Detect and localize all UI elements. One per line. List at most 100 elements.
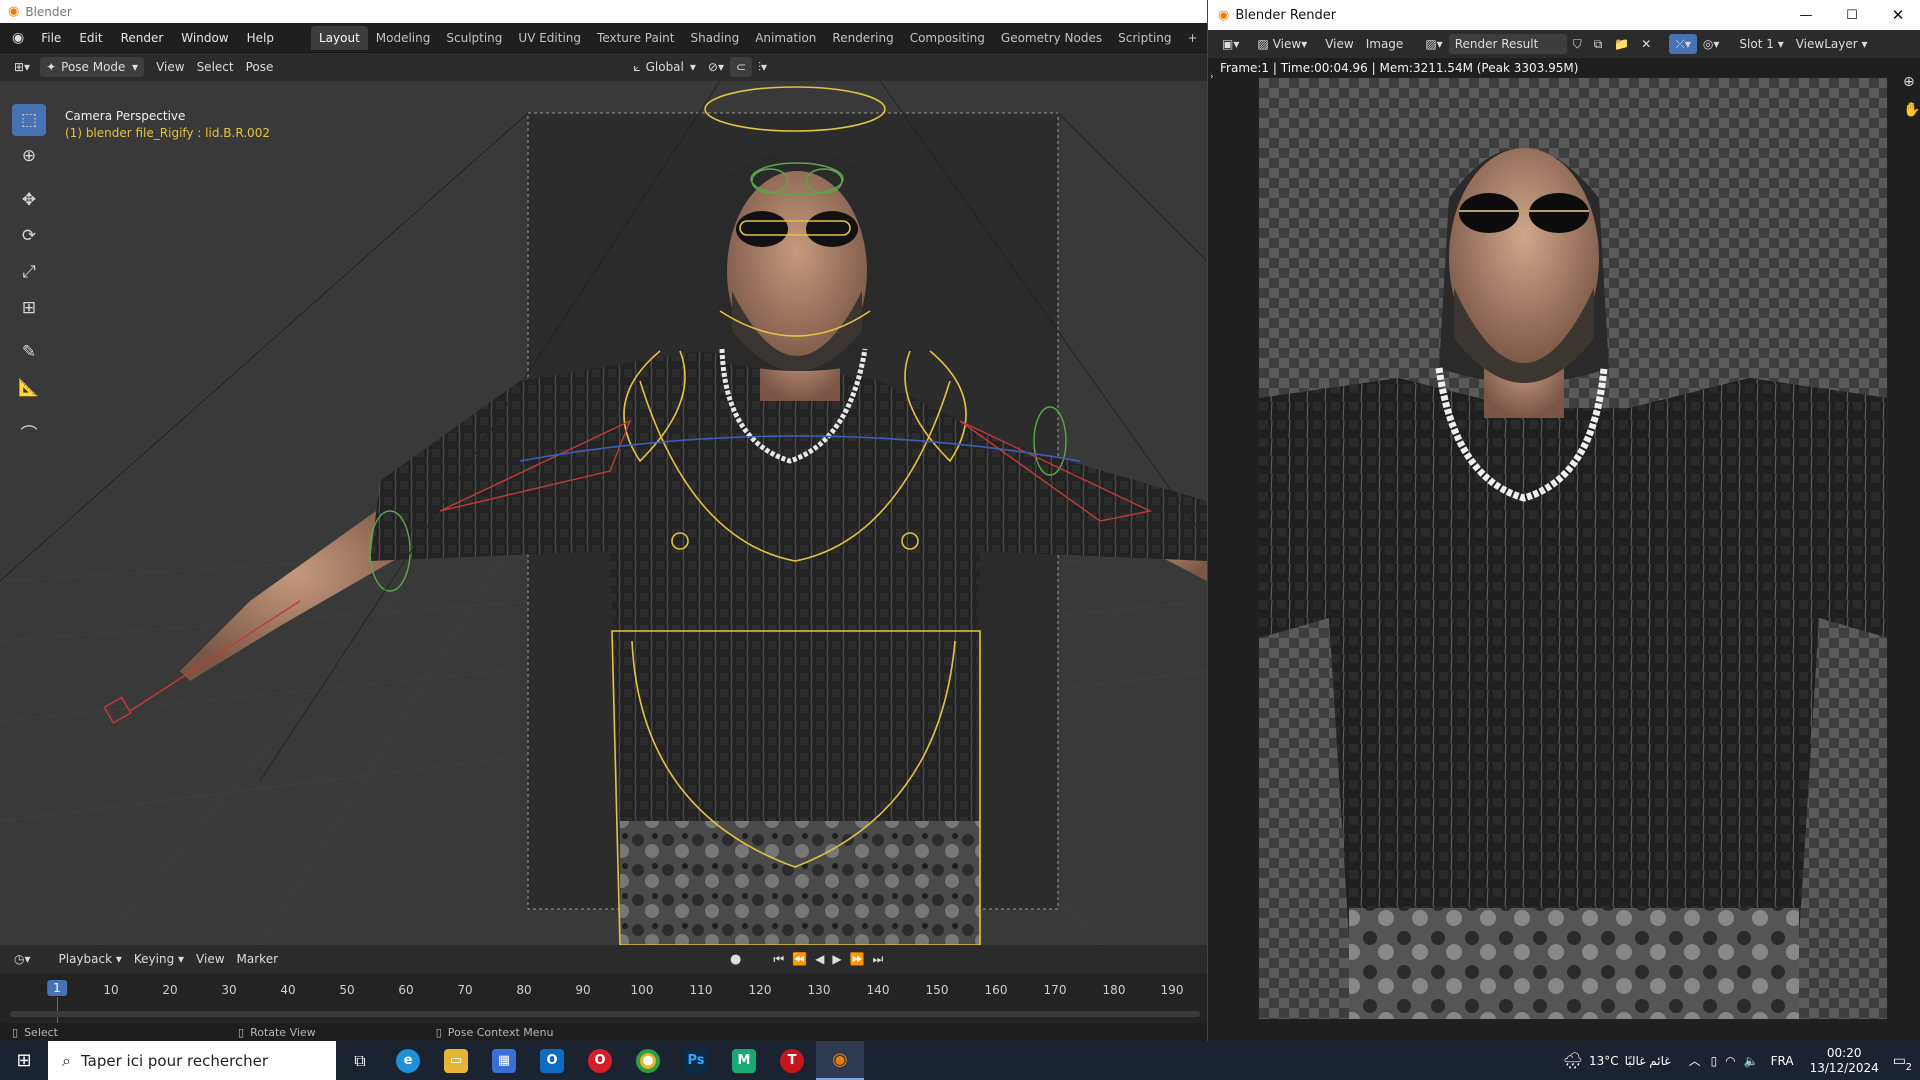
language-indicator[interactable]: FRA: [1771, 1054, 1794, 1068]
viewport-menu-view[interactable]: View: [150, 57, 190, 77]
windows-start-icon[interactable]: ⊞: [0, 1050, 48, 1071]
image-menu-image[interactable]: Image: [1360, 34, 1410, 54]
image-name-field[interactable]: Render Result: [1448, 34, 1567, 54]
blender-taskbar-icon[interactable]: ◉: [816, 1041, 864, 1080]
zoom-icon[interactable]: ⊕: [1903, 74, 1915, 90]
timeline-body[interactable]: 1 10 20 30 40 50 60 70 80 90 100 110 120…: [0, 973, 1207, 1023]
image-browse-icon[interactable]: ▨▾: [1419, 34, 1448, 54]
edge-icon[interactable]: e: [384, 1041, 432, 1080]
measure-tool-icon[interactable]: 📐: [12, 372, 46, 404]
unlink-image-icon[interactable]: ✕: [1635, 34, 1657, 54]
3d-viewport[interactable]: [0, 81, 1207, 945]
weather-text[interactable]: غائم غالبًا: [1625, 1054, 1671, 1068]
move-tool-icon[interactable]: ✥: [12, 184, 46, 216]
notification-icon[interactable]: ▭ 2: [1893, 1053, 1912, 1073]
tab-geometry-nodes[interactable]: Geometry Nodes: [993, 26, 1110, 50]
file-explorer-icon[interactable]: ▭: [432, 1041, 480, 1080]
task-view-icon[interactable]: ⧉: [336, 1041, 384, 1080]
timeline-menu-view[interactable]: View: [190, 949, 230, 969]
clock[interactable]: 00:20 13/12/2024: [1810, 1046, 1879, 1076]
jump-end-icon[interactable]: ⏭: [873, 952, 884, 967]
mode-dropdown[interactable]: ✦ Pose Mode ▾: [40, 57, 145, 77]
tab-animation[interactable]: Animation: [747, 26, 824, 50]
cursor-tool-icon[interactable]: ⊕: [12, 140, 46, 172]
viewport-menu-pose[interactable]: Pose: [240, 57, 280, 77]
minimize-button[interactable]: —: [1783, 8, 1829, 23]
play-reverse-icon[interactable]: ◀: [815, 952, 824, 966]
outlook-icon[interactable]: O: [528, 1041, 576, 1080]
sample-tool-icon[interactable]: ⤫▾: [1669, 34, 1697, 54]
image-editor-type-icon[interactable]: ▣▾: [1216, 34, 1245, 54]
volume-icon[interactable]: 🔈: [1744, 1054, 1759, 1068]
m-app-icon[interactable]: M: [720, 1041, 768, 1080]
jump-keyframe-forward-icon[interactable]: ⏩: [850, 952, 865, 966]
t-app-icon[interactable]: T: [768, 1041, 816, 1080]
tab-rendering[interactable]: Rendering: [824, 26, 901, 50]
pan-hand-icon[interactable]: ✋: [1903, 102, 1920, 118]
open-image-icon[interactable]: 📁: [1608, 34, 1635, 54]
weather-icon[interactable]: 🌧: [1563, 1051, 1583, 1070]
jump-start-icon[interactable]: ⏮: [773, 952, 784, 967]
transform-tool-icon[interactable]: ⊞: [12, 292, 46, 324]
current-frame-indicator[interactable]: 1: [47, 980, 67, 996]
frame-label: 10: [103, 983, 119, 997]
maximize-button[interactable]: ☐: [1829, 8, 1875, 23]
snap-options-icon[interactable]: ⫶▾: [752, 57, 773, 77]
tray-chevron-up-icon[interactable]: ︿: [1689, 1052, 1701, 1069]
timeline-menu-playback[interactable]: Playback ▾: [53, 949, 128, 969]
menu-edit[interactable]: Edit: [70, 26, 111, 50]
add-workspace-button[interactable]: +: [1180, 26, 1206, 50]
scale-tool-icon[interactable]: ⤢: [12, 256, 46, 288]
new-image-icon[interactable]: ⧉: [1588, 34, 1609, 54]
weather-temp[interactable]: 13°C: [1589, 1054, 1619, 1068]
timeline-editor-type-icon[interactable]: ◷▾: [8, 949, 37, 969]
relax-pose-tool-icon[interactable]: ⌒: [12, 416, 46, 448]
network-icon[interactable]: ◠: [1725, 1054, 1735, 1068]
close-button[interactable]: ✕: [1875, 6, 1920, 24]
sidebar-toggle-icon[interactable]: ›: [1210, 72, 1214, 82]
tab-scripting[interactable]: Scripting: [1110, 26, 1179, 50]
chrome-icon[interactable]: ●: [624, 1041, 672, 1080]
tab-modeling[interactable]: Modeling: [368, 26, 439, 50]
jump-keyframe-back-icon[interactable]: ⏪: [792, 952, 807, 966]
menu-render[interactable]: Render: [112, 26, 173, 50]
sunglasses-left: [736, 211, 788, 247]
tab-texture-paint[interactable]: Texture Paint: [589, 26, 682, 50]
view-layer-dropdown[interactable]: ViewLayer ▾: [1790, 34, 1874, 54]
snap-icon[interactable]: ⊂: [729, 57, 753, 77]
blender-menu-icon[interactable]: ◉: [12, 30, 24, 46]
clock-time: 00:20: [1826, 1045, 1862, 1060]
menu-window[interactable]: Window: [172, 26, 237, 50]
image-menu-view[interactable]: View: [1319, 34, 1359, 54]
tab-sculpting[interactable]: Sculpting: [438, 26, 510, 50]
tab-uv-editing[interactable]: UV Editing: [510, 26, 589, 50]
tab-layout[interactable]: Layout: [310, 26, 368, 50]
tab-shading[interactable]: Shading: [682, 26, 747, 50]
play-icon[interactable]: ▶: [832, 952, 841, 966]
overlay-icon[interactable]: ◎▾: [1697, 34, 1726, 54]
fake-user-icon[interactable]: ⛉: [1567, 34, 1588, 54]
render-result-image[interactable]: [1258, 77, 1888, 1020]
select-box-tool-icon[interactable]: ⬚: [12, 104, 46, 136]
slot-dropdown[interactable]: Slot 1 ▾: [1733, 34, 1789, 54]
viewport-camera-label: Camera Perspective: [65, 109, 186, 123]
timeline-menu-keying[interactable]: Keying ▾: [128, 949, 190, 969]
pivot-point-icon[interactable]: ⊘▾: [702, 57, 730, 77]
timeline-scrollbar[interactable]: [10, 1011, 1200, 1017]
tab-compositing[interactable]: Compositing: [902, 26, 993, 50]
viewport-menu-select[interactable]: Select: [191, 57, 240, 77]
editor-type-icon[interactable]: ⊞▾: [8, 57, 36, 77]
view-mode-dropdown[interactable]: ▨ View ▾: [1251, 34, 1313, 54]
photoshop-icon[interactable]: Ps: [672, 1041, 720, 1080]
menu-file[interactable]: File: [32, 26, 70, 50]
annotate-tool-icon[interactable]: ✎: [12, 336, 46, 368]
opera-icon[interactable]: O: [576, 1041, 624, 1080]
record-icon[interactable]: ●: [730, 952, 741, 967]
rotate-tool-icon[interactable]: ⟳: [12, 220, 46, 252]
orientation-dropdown[interactable]: ⟀ Global ▾: [627, 57, 702, 77]
store-icon[interactable]: ▦: [480, 1041, 528, 1080]
taskbar-search-box[interactable]: ⌕ Taper ici pour rechercher: [48, 1041, 336, 1080]
device-icon[interactable]: ▯: [1711, 1054, 1718, 1068]
timeline-menu-marker[interactable]: Marker: [231, 949, 284, 969]
menu-help[interactable]: Help: [238, 26, 283, 50]
